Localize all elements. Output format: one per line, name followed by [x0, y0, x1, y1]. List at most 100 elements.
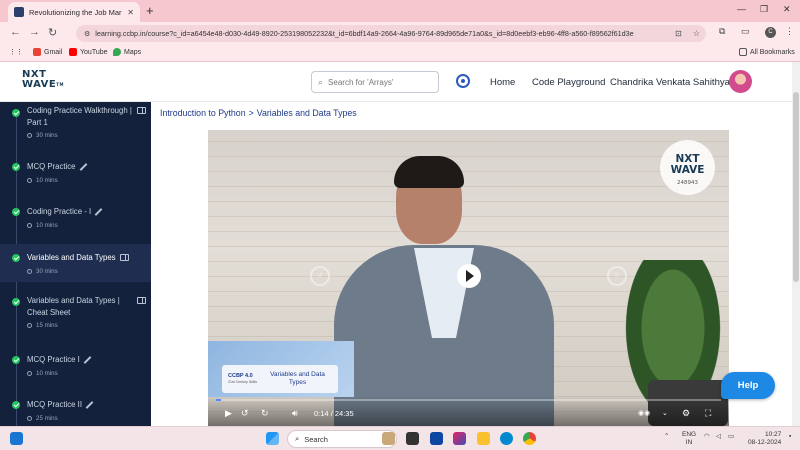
volume-icon[interactable]: 🔊︎ [292, 408, 298, 419]
minimize-icon[interactable]: — [737, 4, 746, 14]
badge-id: 248943 [677, 180, 698, 186]
user-avatar[interactable] [729, 70, 752, 93]
language-indicator[interactable]: ENG IN [682, 431, 696, 447]
pencil-icon [85, 401, 94, 409]
edge-icon[interactable] [500, 432, 513, 445]
notifications-icon[interactable]: ▪ [789, 433, 791, 441]
breadcrumb-course[interactable]: Introduction to Python [160, 108, 246, 118]
taskbar-clock[interactable]: 10:27 08-12-2024 [748, 431, 781, 447]
sidebar-item-title: MCQ Practice I [27, 354, 135, 366]
rewind-icon[interactable]: ↺ [241, 408, 249, 419]
profile-avatar[interactable]: C [765, 27, 776, 38]
chrome-icon[interactable] [523, 432, 536, 445]
site-info-icon[interactable]: ⚙ [84, 30, 90, 38]
file-explorer-icon[interactable] [477, 432, 490, 445]
completed-check-icon [12, 163, 20, 171]
quality-chevron-icon[interactable]: ⌄ [662, 409, 668, 417]
title-text: MCQ Practice I [27, 355, 80, 364]
forward-10-icon[interactable]: ↻ [607, 266, 627, 286]
tray-chevron-icon[interactable]: ⌃ [664, 433, 669, 441]
all-bookmarks-label: All Bookmarks [750, 48, 795, 56]
logo-line2: WAVE [22, 79, 57, 90]
widgets-icon[interactable] [10, 432, 23, 445]
extensions-icon[interactable]: ⧉ [719, 26, 725, 37]
install-icon[interactable]: ⊡ [675, 29, 682, 38]
duration-text: 10 mins [36, 370, 58, 377]
duration-text: 25 mins [36, 415, 58, 422]
lesson-title-card-inner: CCBP 4.0 21st Century Skills Variables an… [222, 365, 338, 393]
tab-groups-icon[interactable]: ▭ [741, 26, 750, 37]
bookmark-youtube[interactable]: YouTube [69, 48, 108, 56]
forward-icon[interactable]: ↻ [261, 408, 269, 419]
sidebar-item-title: MCQ Practice [27, 161, 135, 173]
sidebar-item-cheat-sheet[interactable]: Variables and Data Types | Cheat Sheet 1… [0, 292, 151, 337]
wifi-icon[interactable]: ◠ [704, 433, 710, 441]
battery-icon[interactable]: ▭ [728, 433, 734, 441]
sidebar-item-duration: 30 mins [27, 268, 58, 275]
scrollbar-thumb[interactable] [793, 92, 799, 282]
video-player[interactable]: NXT WAVE 248943 ↺ ↻ CCBP 4.0 21st Century… [208, 130, 729, 426]
title-text: MCQ Practice II [27, 400, 83, 409]
speaker-icon[interactable]: ◁ [716, 433, 721, 441]
taskbar-pinned-app-icon[interactable] [382, 432, 395, 445]
bookmark-maps[interactable]: Maps [113, 48, 141, 56]
video-progress-bar[interactable] [216, 399, 721, 401]
current-time: 0:14 [314, 409, 329, 418]
task-view-icon[interactable] [406, 432, 419, 445]
youtube-icon [69, 48, 77, 56]
sidebar-item-coding-walkthrough[interactable]: Coding Practice Walkthrough | Part 1 30 … [0, 102, 151, 147]
user-name[interactable]: Chandrika Venkata Sahithya [610, 77, 730, 88]
sidebar-item-duration: 10 mins [27, 370, 58, 377]
address-bar-row: ← → ↻ ⚙ learning.ccbp.in/course?c_id=a64… [0, 22, 800, 44]
clock-icon [27, 371, 32, 376]
nxtwave-logo[interactable]: NXT WAVETM [22, 70, 64, 90]
search-input[interactable] [328, 77, 429, 87]
new-tab-icon[interactable]: + [146, 3, 154, 18]
taskbar-search[interactable]: ⌕ Search [287, 430, 397, 448]
store-icon[interactable] [430, 432, 443, 445]
help-button[interactable]: Help [721, 372, 775, 399]
sidebar-item-variables-data-types[interactable]: Variables and Data Types 30 mins [0, 244, 151, 282]
sidebar-item-coding-practice-1[interactable]: Coding Practice - I 10 mins [0, 202, 151, 237]
play-small-icon[interactable]: ▶ [225, 408, 232, 419]
sidebar-item-duration: 30 mins [27, 132, 58, 139]
all-bookmarks[interactable]: All Bookmarks [739, 48, 795, 56]
settings-icon[interactable]: ⚙ [682, 408, 690, 419]
browser-menu-icon[interactable]: ⋮ [785, 26, 794, 37]
clock-icon [27, 269, 32, 274]
windows-start-icon[interactable] [266, 432, 279, 445]
apps-icon[interactable]: ⋮⋮ [9, 48, 23, 56]
nav-code-playground[interactable]: Code Playground [532, 77, 605, 88]
copilot-icon[interactable] [453, 432, 466, 445]
sidebar-item-mcq-practice-2[interactable]: MCQ Practice II 25 mins [0, 395, 151, 426]
bookmark-star-icon[interactable]: ☆ [693, 29, 700, 38]
tab-close-icon[interactable]: ✕ [127, 8, 134, 17]
forward-icon[interactable]: → [29, 26, 40, 38]
taskbar-search-label: Search [304, 434, 328, 444]
video-controls: ▶ ↺ ↻ 🔊︎ 0:14 / 24:35 ◉◉ ⌄ ⚙ ⛶ [208, 396, 729, 426]
sidebar-item-mcq-practice[interactable]: MCQ Practice 10 mins [0, 157, 151, 192]
maps-icon [113, 48, 121, 56]
address-bar[interactable]: ⚙ learning.ccbp.in/course?c_id=a6454e48-… [76, 25, 706, 42]
rewind-10-icon[interactable]: ↺ [310, 266, 330, 286]
reload-icon[interactable]: ↻ [48, 26, 57, 39]
duration-text: 10 mins [36, 177, 58, 184]
clock-date: 08-12-2024 [748, 439, 782, 446]
back-icon[interactable]: ← [10, 26, 21, 38]
search-box[interactable]: ⌕ [311, 71, 439, 93]
card-title: Variables and Data Types [270, 371, 325, 386]
completed-check-icon [12, 254, 20, 262]
nav-home[interactable]: Home [490, 77, 515, 88]
maximize-icon[interactable]: ❐ [760, 4, 768, 15]
streak-icon[interactable] [456, 74, 470, 88]
bookmark-gmail[interactable]: Gmail [33, 48, 62, 56]
ccbp-logo: CCBP 4.0 21st Century Skills [228, 373, 257, 385]
window-close-icon[interactable]: ✕ [783, 4, 791, 15]
card-logo-subtext: 21st Century Skills [228, 380, 257, 384]
page-scrollbar[interactable] [792, 62, 800, 426]
fullscreen-icon[interactable]: ⛶ [705, 408, 711, 419]
sidebar-item-mcq-practice-1[interactable]: MCQ Practice I 10 mins [0, 350, 151, 385]
browser-tab[interactable]: Revolutionizing the Job Market ✕ [8, 2, 140, 22]
play-button[interactable] [457, 264, 481, 288]
sidebar-item-duration: 25 mins [27, 415, 58, 422]
